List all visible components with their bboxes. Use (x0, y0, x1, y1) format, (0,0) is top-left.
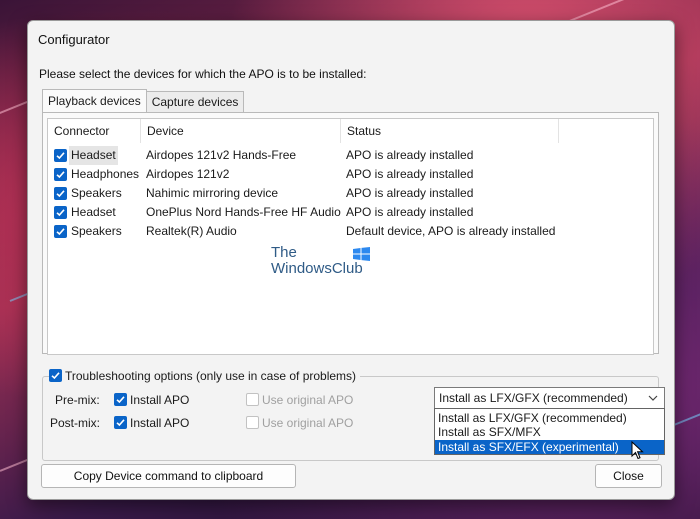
status-cell: APO is already installed (346, 186, 474, 200)
device-row[interactable]: Headphones Airdopes 121v2 APO is already… (48, 165, 653, 184)
watermark-line-1: The (271, 244, 297, 261)
device-list[interactable]: Connector Device Status Headset Airdopes… (47, 118, 654, 355)
column-header-device[interactable]: Device (141, 119, 341, 143)
device-list-header: Connector Device Status (48, 119, 653, 143)
troubleshooting-checkbox[interactable] (49, 369, 62, 382)
postmix-original-label: Use original APO (262, 416, 354, 430)
device-cell: Airdopes 121v2 (146, 167, 230, 181)
mouse-cursor-icon (631, 441, 644, 460)
connector-cell: Speakers (71, 186, 122, 200)
install-mode-selected: Install as LFX/GFX (recommended) (439, 391, 628, 405)
device-cell: Nahimic mirroring device (146, 186, 279, 200)
device-cell: OnePlus Nord Hands-Free HF Audio (146, 205, 341, 219)
window-title: Configurator (38, 32, 110, 47)
postmix-install-checkbox[interactable] (114, 416, 127, 429)
copy-device-command-button[interactable]: Copy Device command to clipboard (41, 464, 296, 488)
postmix-install-label: Install APO (130, 416, 190, 430)
windows-logo-icon (353, 247, 370, 261)
connector-cell: Headset (71, 205, 116, 219)
install-mode-option-lfx-gfx[interactable]: Install as LFX/GFX (recommended) (435, 411, 664, 425)
troubleshooting-toggle[interactable]: Troubleshooting options (only use in cas… (49, 367, 361, 385)
premix-install-checkbox[interactable] (114, 393, 127, 406)
device-cell: Realtek(R) Audio (146, 224, 237, 238)
column-header-connector[interactable]: Connector (48, 119, 141, 143)
troubleshooting-label: Troubleshooting options (only use in cas… (65, 369, 357, 383)
device-row[interactable]: Speakers Realtek(R) Audio Default device… (48, 222, 653, 241)
device-checkbox[interactable] (54, 149, 67, 162)
connector-cell: Speakers (71, 224, 122, 238)
premix-label: Pre-mix: (55, 393, 100, 407)
chevron-down-icon (648, 395, 658, 401)
device-row[interactable]: Headset Airdopes 121v2 Hands-Free APO is… (48, 146, 653, 165)
tab-playback-devices[interactable]: Playback devices (42, 89, 147, 112)
column-header-status[interactable]: Status (341, 119, 559, 143)
instruction-text: Please select the devices for which the … (39, 67, 367, 81)
install-mode-option-sfx-mfx[interactable]: Install as SFX/MFX (435, 425, 664, 439)
device-checkbox[interactable] (54, 168, 67, 181)
device-row[interactable]: Headset OnePlus Nord Hands-Free HF Audio… (48, 203, 653, 222)
premix-original-checkbox[interactable] (246, 393, 259, 406)
watermark: The WindowsClub (271, 244, 370, 277)
device-checkbox[interactable] (54, 206, 67, 219)
status-cell: APO is already installed (346, 205, 474, 219)
postmix-label: Post-mix: (50, 416, 101, 430)
status-cell: APO is already installed (346, 167, 474, 181)
postmix-original-checkbox[interactable] (246, 416, 259, 429)
tab-capture-devices[interactable]: Capture devices (145, 91, 245, 112)
device-row[interactable]: Speakers Nahimic mirroring device APO is… (48, 184, 653, 203)
premix-install-label: Install APO (130, 393, 190, 407)
status-cell: APO is already installed (346, 148, 474, 162)
install-mode-select[interactable]: Install as LFX/GFX (recommended) (434, 387, 665, 409)
device-checkbox[interactable] (54, 225, 67, 238)
device-tabs: Playback devices Capture devices (42, 89, 245, 113)
connector-cell: Headphones (71, 167, 140, 181)
premix-original-label: Use original APO (262, 393, 354, 407)
device-checkbox[interactable] (54, 187, 67, 200)
device-cell: Airdopes 121v2 Hands-Free (146, 148, 297, 162)
connector-cell: Headset (69, 146, 118, 165)
playback-tab-panel: Connector Device Status Headset Airdopes… (42, 112, 659, 355)
install-mode-option-sfx-efx[interactable]: Install as SFX/EFX (experimental) (435, 440, 664, 454)
close-button[interactable]: Close (595, 464, 662, 488)
status-cell: Default device, APO is already installed (346, 224, 556, 238)
watermark-line-2: WindowsClub (271, 260, 363, 277)
